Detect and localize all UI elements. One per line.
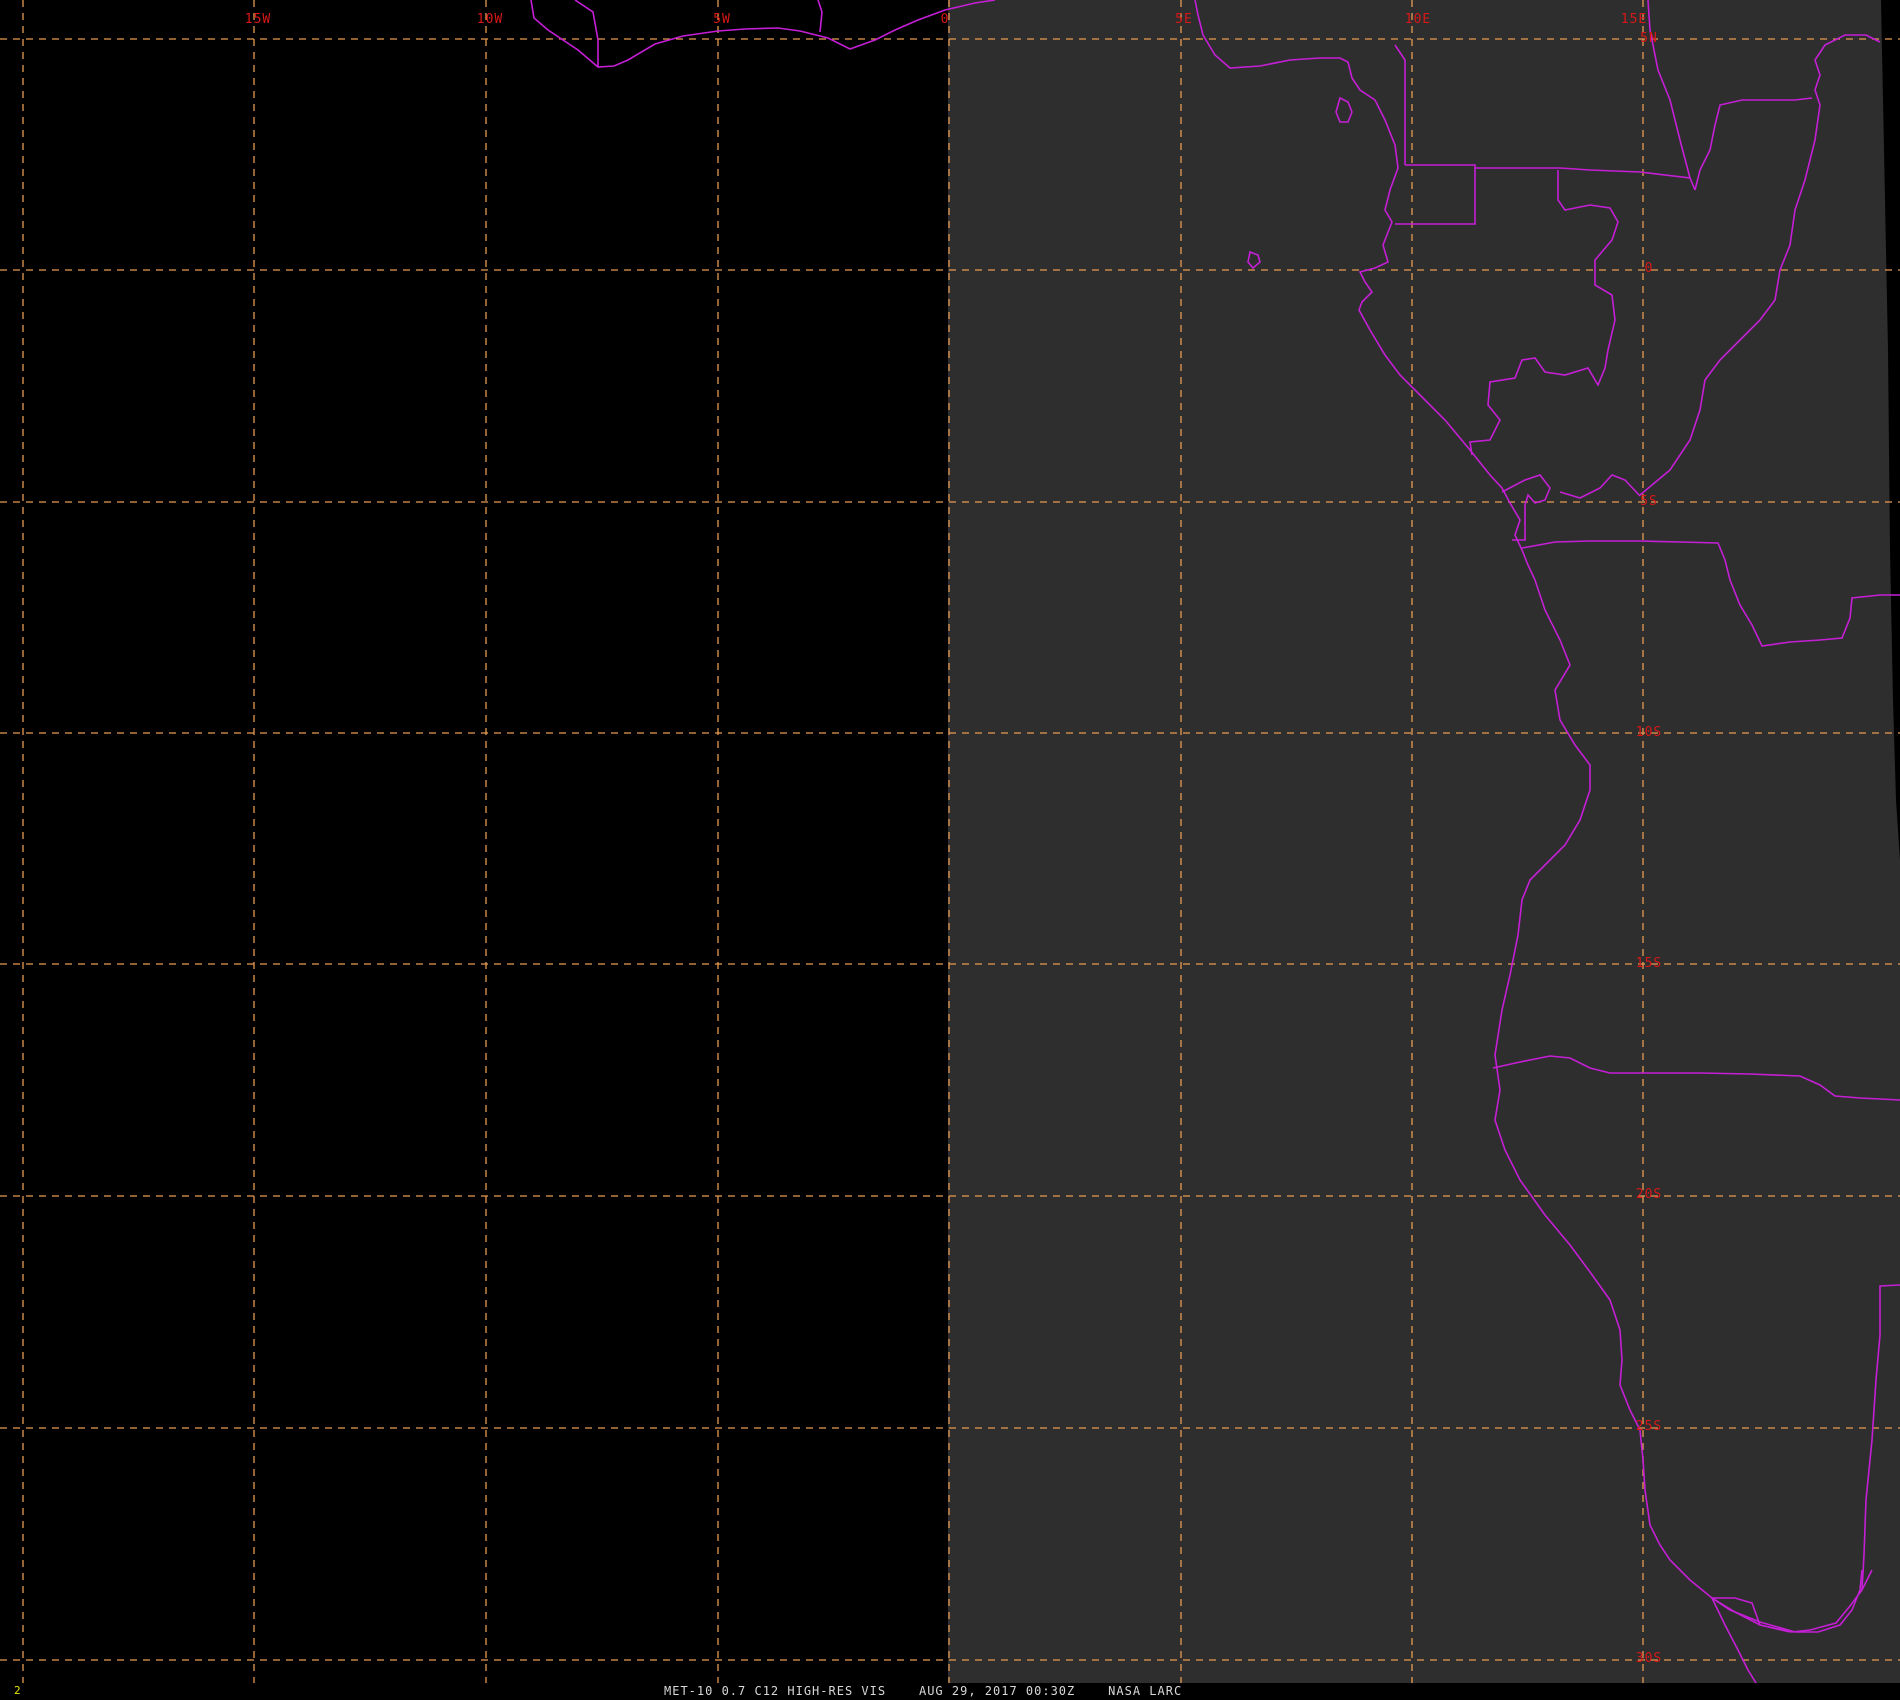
frame-number: 2 xyxy=(14,1684,21,1697)
longitude-label: 10E xyxy=(1405,12,1431,27)
satellite-map: 15W 10W 5W 0 5E 10E 15E 5N 0 5S 10S 15S 20S 25S 30S xyxy=(0,0,1900,1700)
longitude-label: 15E xyxy=(1621,12,1647,27)
latitude-label: 20S xyxy=(1636,1187,1662,1202)
longitude-label: 5W xyxy=(713,12,731,27)
longitude-label: 0 xyxy=(941,12,950,27)
earth-disk-region xyxy=(948,0,1900,1683)
longitude-label: 15W xyxy=(245,12,271,27)
longitude-label: 10W xyxy=(477,12,503,27)
satellite-channel: MET-10 0.7 C12 HIGH-RES VIS xyxy=(664,1684,887,1698)
latitude-label: 10S xyxy=(1636,725,1662,740)
latitude-label: 30S xyxy=(1636,1651,1662,1666)
latitude-label: 25S xyxy=(1636,1419,1662,1434)
image-datetime: AUG 29, 2017 00:30Z xyxy=(918,1684,1076,1698)
latitude-label: 5S xyxy=(1640,494,1658,509)
longitude-label: 5E xyxy=(1175,12,1193,27)
latitude-label: 0 xyxy=(1645,261,1654,276)
image-source: NASA LARC xyxy=(1108,1684,1183,1698)
latitude-label: 5N xyxy=(1640,31,1658,46)
image-caption: MET-10 0.7 C12 HIGH-RES VIS AUG 29, 2017… xyxy=(664,1684,1182,1698)
latitude-label: 15S xyxy=(1636,956,1662,971)
